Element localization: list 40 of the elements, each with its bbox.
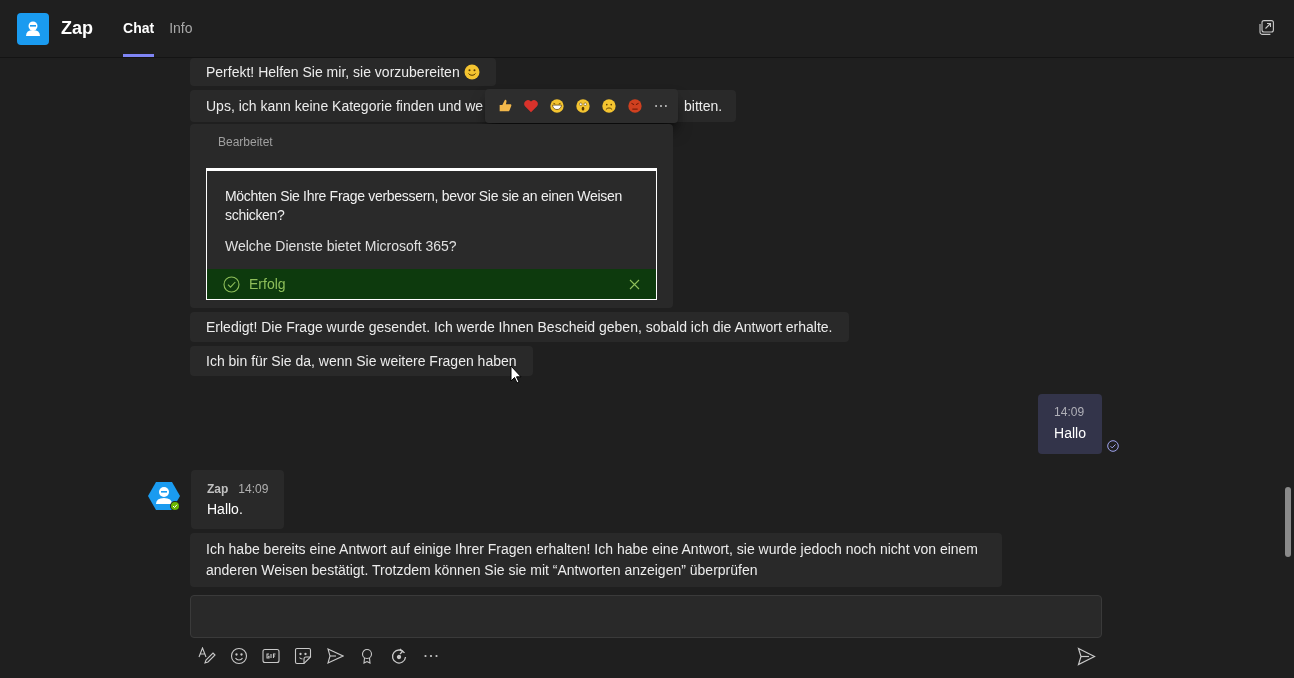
thumbs-up-icon[interactable] <box>497 98 514 114</box>
scrollbar-thumb[interactable] <box>1285 487 1291 557</box>
emoji-icon[interactable] <box>230 647 248 665</box>
bot-avatar-icon <box>148 481 181 512</box>
surprised-face-icon[interactable] <box>575 98 592 114</box>
tab[interactable]: Info <box>169 0 193 57</box>
loop-icon[interactable] <box>390 647 408 665</box>
sad-face-icon[interactable] <box>601 98 618 114</box>
pop-out-icon[interactable] <box>1259 20 1274 35</box>
tab[interactable]: Chat <box>123 0 155 57</box>
message-bubble: Ich bin für Sie da, wenn Sie weitere Fragen haben <box>190 346 533 376</box>
read-receipt-icon <box>1107 440 1119 452</box>
message-time: 14:09 <box>1054 404 1086 420</box>
angry-face-icon[interactable] <box>627 98 644 114</box>
schedule-send-icon[interactable] <box>326 647 344 665</box>
heart-icon[interactable] <box>523 98 540 114</box>
status-text: Erfolg <box>249 274 286 294</box>
card-example-text: Welche Dienste bietet Microsoft 365? <box>224 237 458 256</box>
card-question: Möchten Sie Ihre Frage verbessern, bevor Sie sie an einen Weisen schicken? <box>224 187 623 225</box>
send-icon[interactable] <box>1077 646 1096 666</box>
format-icon[interactable] <box>198 647 216 665</box>
laughing-face-icon[interactable] <box>549 98 566 114</box>
message-time: 14:09 <box>238 481 269 497</box>
sticker-icon[interactable] <box>294 647 312 665</box>
message-text: Hallo <box>1054 424 1086 443</box>
message-text: Ups, ich kann keine Kategorie finden und we <box>206 97 484 115</box>
success-check-icon <box>223 275 240 293</box>
message-input-field[interactable] <box>190 595 1102 638</box>
message-bubble: Erledigt! Die Frage wurde gesendet. Ich werde Ihnen Bescheid geben, sobald ich die Antwort erhalte. <box>190 312 849 342</box>
edited-label: Bearbeitet <box>218 134 273 150</box>
message-bubble: Perfekt! Helfen Sie mir, sie vorzubereiten <box>190 58 496 86</box>
close-icon[interactable] <box>629 278 640 290</box>
bot-logo-icon <box>17 12 49 45</box>
mouse-cursor-icon <box>510 365 522 384</box>
message-text: bitten. <box>684 97 723 115</box>
message-text: Hallo. <box>207 500 243 519</box>
message-bubble: Ich habe bereits eine Antwort auf einige Ihrer Fragen erhalten! Ich habe eine Antwort, sie wurde jedoch noch nicht von einem anderen Weisen bestätigt. Trotzdem können Sie sie mit “Antworten anzeigen” überprüfen <box>190 533 1002 587</box>
sender-name: Zap <box>207 481 229 497</box>
gif-icon[interactable] <box>262 647 280 665</box>
app-title: Zap <box>61 17 93 40</box>
